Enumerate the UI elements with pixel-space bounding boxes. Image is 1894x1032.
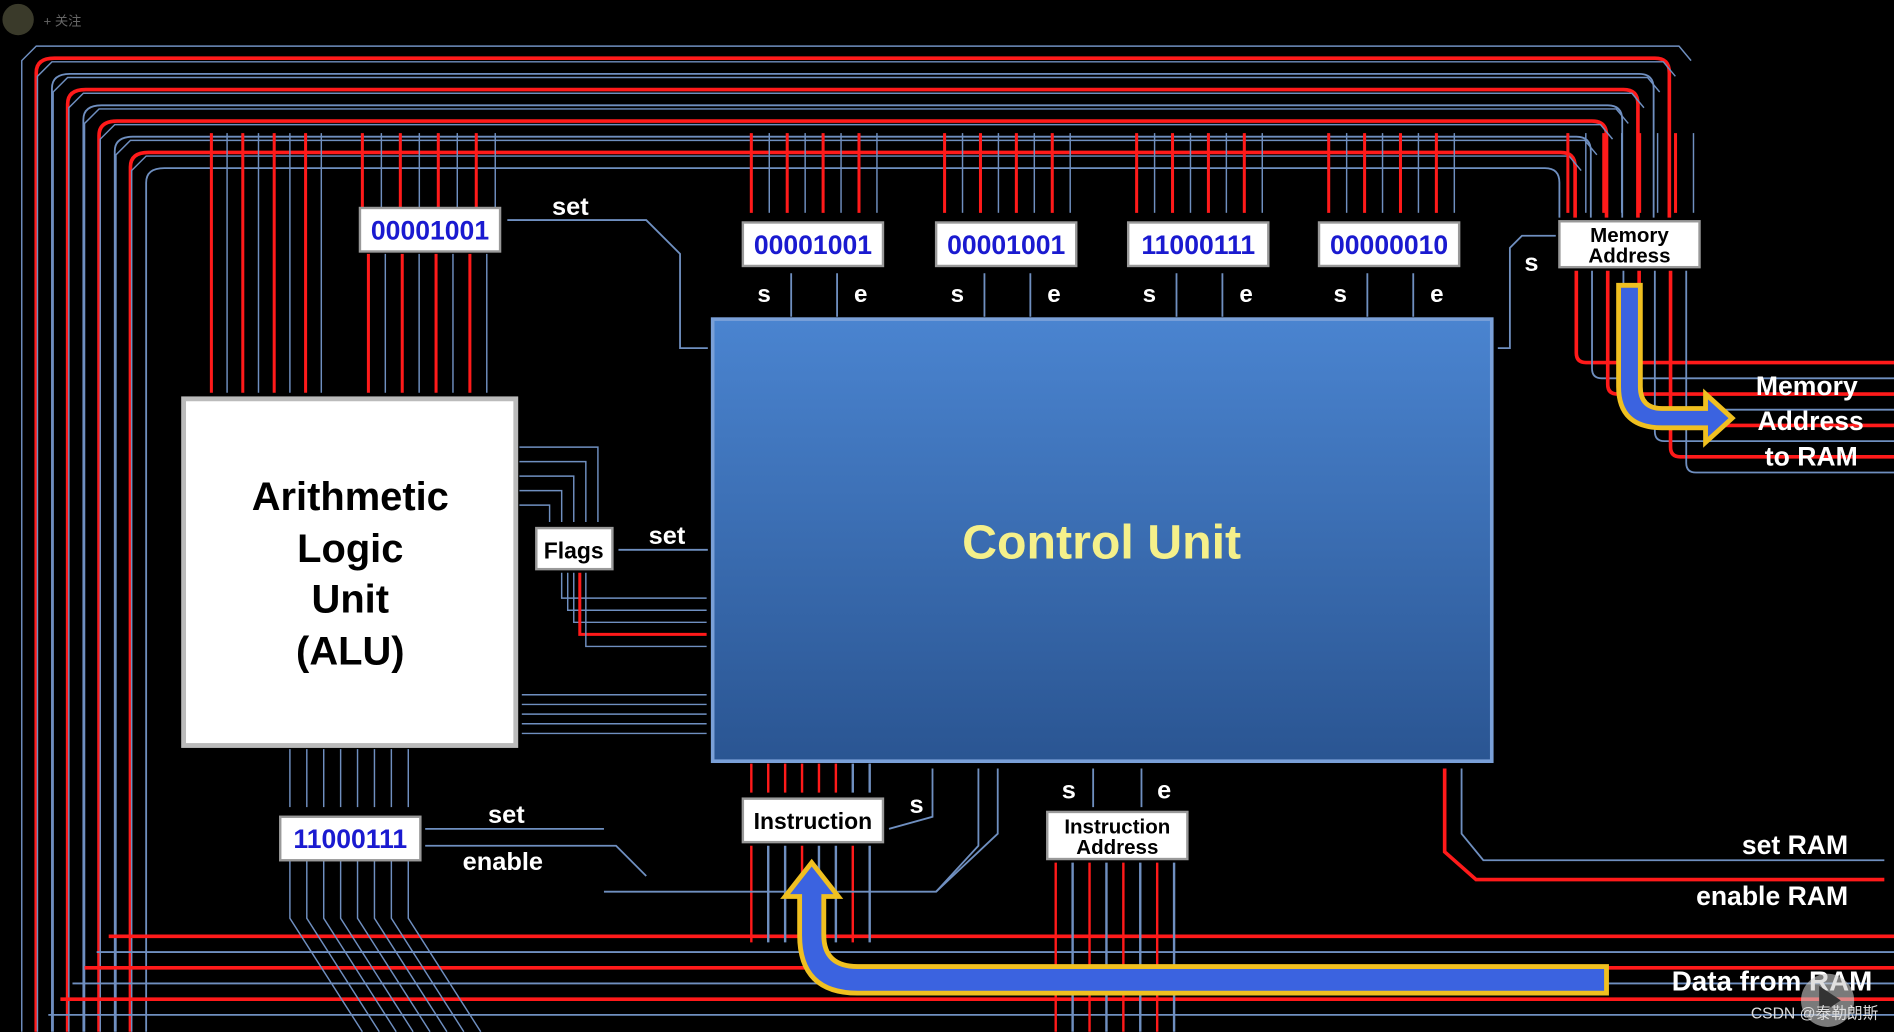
flags-set-label: set [649, 522, 686, 550]
mar-to-ram-label-3: to RAM [1765, 441, 1858, 471]
alu-label-4: (ALU) [296, 630, 404, 674]
alu-label-2: Logic [297, 527, 403, 571]
register-r2-s-label: s [1143, 281, 1156, 308]
mar-s-label: s [1524, 249, 1538, 277]
alu-box [181, 396, 519, 748]
mar-to-ram-label-2: Address [1758, 406, 1864, 436]
register-r3-e-label: e [1430, 281, 1443, 308]
acc-output [322, 860, 397, 1032]
ia-s-label: s [1062, 777, 1076, 805]
register-r0-s-label: s [757, 281, 770, 308]
register-control-line [1366, 273, 1415, 317]
flags-in [519, 475, 575, 523]
instruction-label: Instruction [754, 808, 873, 834]
set-ram-label: set RAM [1742, 830, 1848, 860]
acc-output [390, 860, 465, 1032]
data-from-ram-arrow [780, 858, 1609, 996]
mar-to-ram-label-1: Memory [1756, 371, 1858, 401]
acc-output [289, 860, 363, 1032]
register-control-line [1175, 273, 1224, 317]
flags-out [566, 572, 707, 611]
uploader-avatar[interactable] [2, 3, 34, 36]
follow-button[interactable]: + 关注 [43, 14, 81, 29]
register-r1-value: 00001001 [947, 230, 1065, 260]
control-unit-label: Control Unit [962, 515, 1241, 569]
acc-output [306, 860, 380, 1032]
register-r1-s-label: s [951, 281, 964, 308]
register-r3-s-label: s [1334, 281, 1347, 308]
register-tmp-value: 00001001 [371, 215, 489, 245]
register-control-line [983, 273, 1032, 317]
alu-label-1: Arithmetic [252, 475, 449, 519]
acc-output [339, 860, 414, 1032]
register-r0-e-label: e [854, 281, 867, 308]
flags-label: Flags [544, 537, 604, 563]
instruction-s-label: s [910, 791, 924, 819]
register-r0-value: 00001001 [754, 230, 872, 260]
alu-label-3: Unit [312, 578, 389, 622]
ia-e-label: e [1157, 777, 1171, 805]
cu-line [935, 768, 999, 893]
cpu-diagram: Arithmetic Logic Unit (ALU) Control Unit… [2, 3, 1894, 1032]
enable-ram-line [1442, 768, 1885, 882]
flags-in [519, 489, 563, 523]
flags-out [578, 572, 707, 636]
register-r1-e-label: e [1047, 281, 1060, 308]
ia-control-line [1092, 768, 1143, 808]
register-acc-value: 11000111 [293, 824, 407, 854]
acc-set-label: set [488, 801, 525, 829]
flags-out [560, 572, 707, 599]
watermark: CSDN @泰勒朗斯 [1751, 1004, 1879, 1022]
tmp-set-line [507, 219, 708, 350]
acc-output [407, 860, 482, 1032]
memory-address-label-2: Address [1588, 244, 1670, 267]
acc-enable-label: enable [463, 848, 543, 876]
tmp-set-label: set [552, 193, 589, 221]
acc-output [373, 860, 448, 1032]
register-r2-value: 11000111 [1141, 230, 1255, 260]
register-r3-value: 00000010 [1330, 230, 1448, 260]
enable-ram-label: enable RAM [1696, 881, 1848, 911]
register-control-line [790, 273, 838, 317]
acc-output [356, 860, 431, 1032]
mar-output-line [1637, 270, 1894, 428]
flags-in [519, 460, 587, 523]
register-r2-e-label: e [1239, 281, 1252, 308]
flags-in [519, 504, 551, 523]
instruction-address-label-2: Address [1076, 836, 1158, 859]
